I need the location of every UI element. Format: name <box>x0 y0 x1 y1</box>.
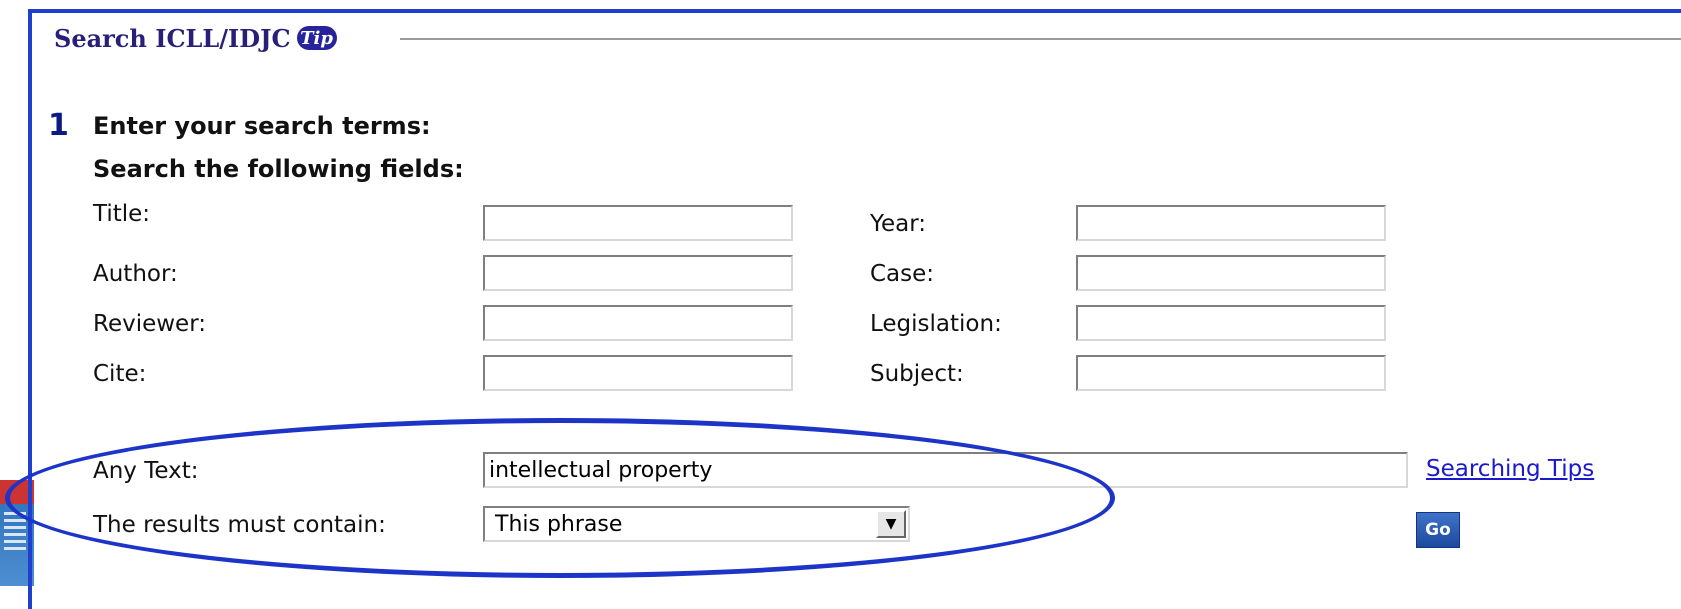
legislation-input[interactable] <box>1076 305 1386 341</box>
fieldset-legend: Search ICLL/IDJC Tip <box>54 22 337 54</box>
title-input[interactable] <box>483 205 793 241</box>
cite-input[interactable] <box>483 355 793 391</box>
fields-subheading: Search the following fields: <box>93 155 464 183</box>
subject-label: Subject: <box>870 361 964 387</box>
results-contain-select[interactable]: This phrase ▼ <box>483 506 910 542</box>
select-value: This phrase <box>495 511 623 537</box>
chevron-down-icon[interactable]: ▼ <box>876 510 906 538</box>
step-number: 1 <box>48 108 69 143</box>
subject-input[interactable] <box>1076 355 1386 391</box>
reviewer-label: Reviewer: <box>93 311 207 337</box>
any-text-label: Any Text: <box>93 458 199 484</box>
year-label: Year: <box>870 211 927 237</box>
go-button[interactable]: Go <box>1416 512 1460 548</box>
legend-title: Search ICLL/IDJC <box>54 23 291 53</box>
case-input[interactable] <box>1076 255 1386 291</box>
legislation-label: Legislation: <box>870 311 1002 337</box>
author-label: Author: <box>93 261 178 287</box>
cite-label: Cite: <box>93 361 147 387</box>
case-label: Case: <box>870 261 935 287</box>
results-contain-label: The results must contain: <box>93 512 386 538</box>
tip-icon[interactable]: Tip <box>296 26 337 50</box>
fieldset-divider <box>400 38 1681 40</box>
author-input[interactable] <box>483 255 793 291</box>
searching-tips-link[interactable]: Searching Tips <box>1426 456 1594 482</box>
title-label: Title: <box>93 201 151 227</box>
any-text-input[interactable] <box>483 452 1408 488</box>
step-heading: Enter your search terms: <box>93 112 431 140</box>
reviewer-input[interactable] <box>483 305 793 341</box>
year-input[interactable] <box>1076 205 1386 241</box>
